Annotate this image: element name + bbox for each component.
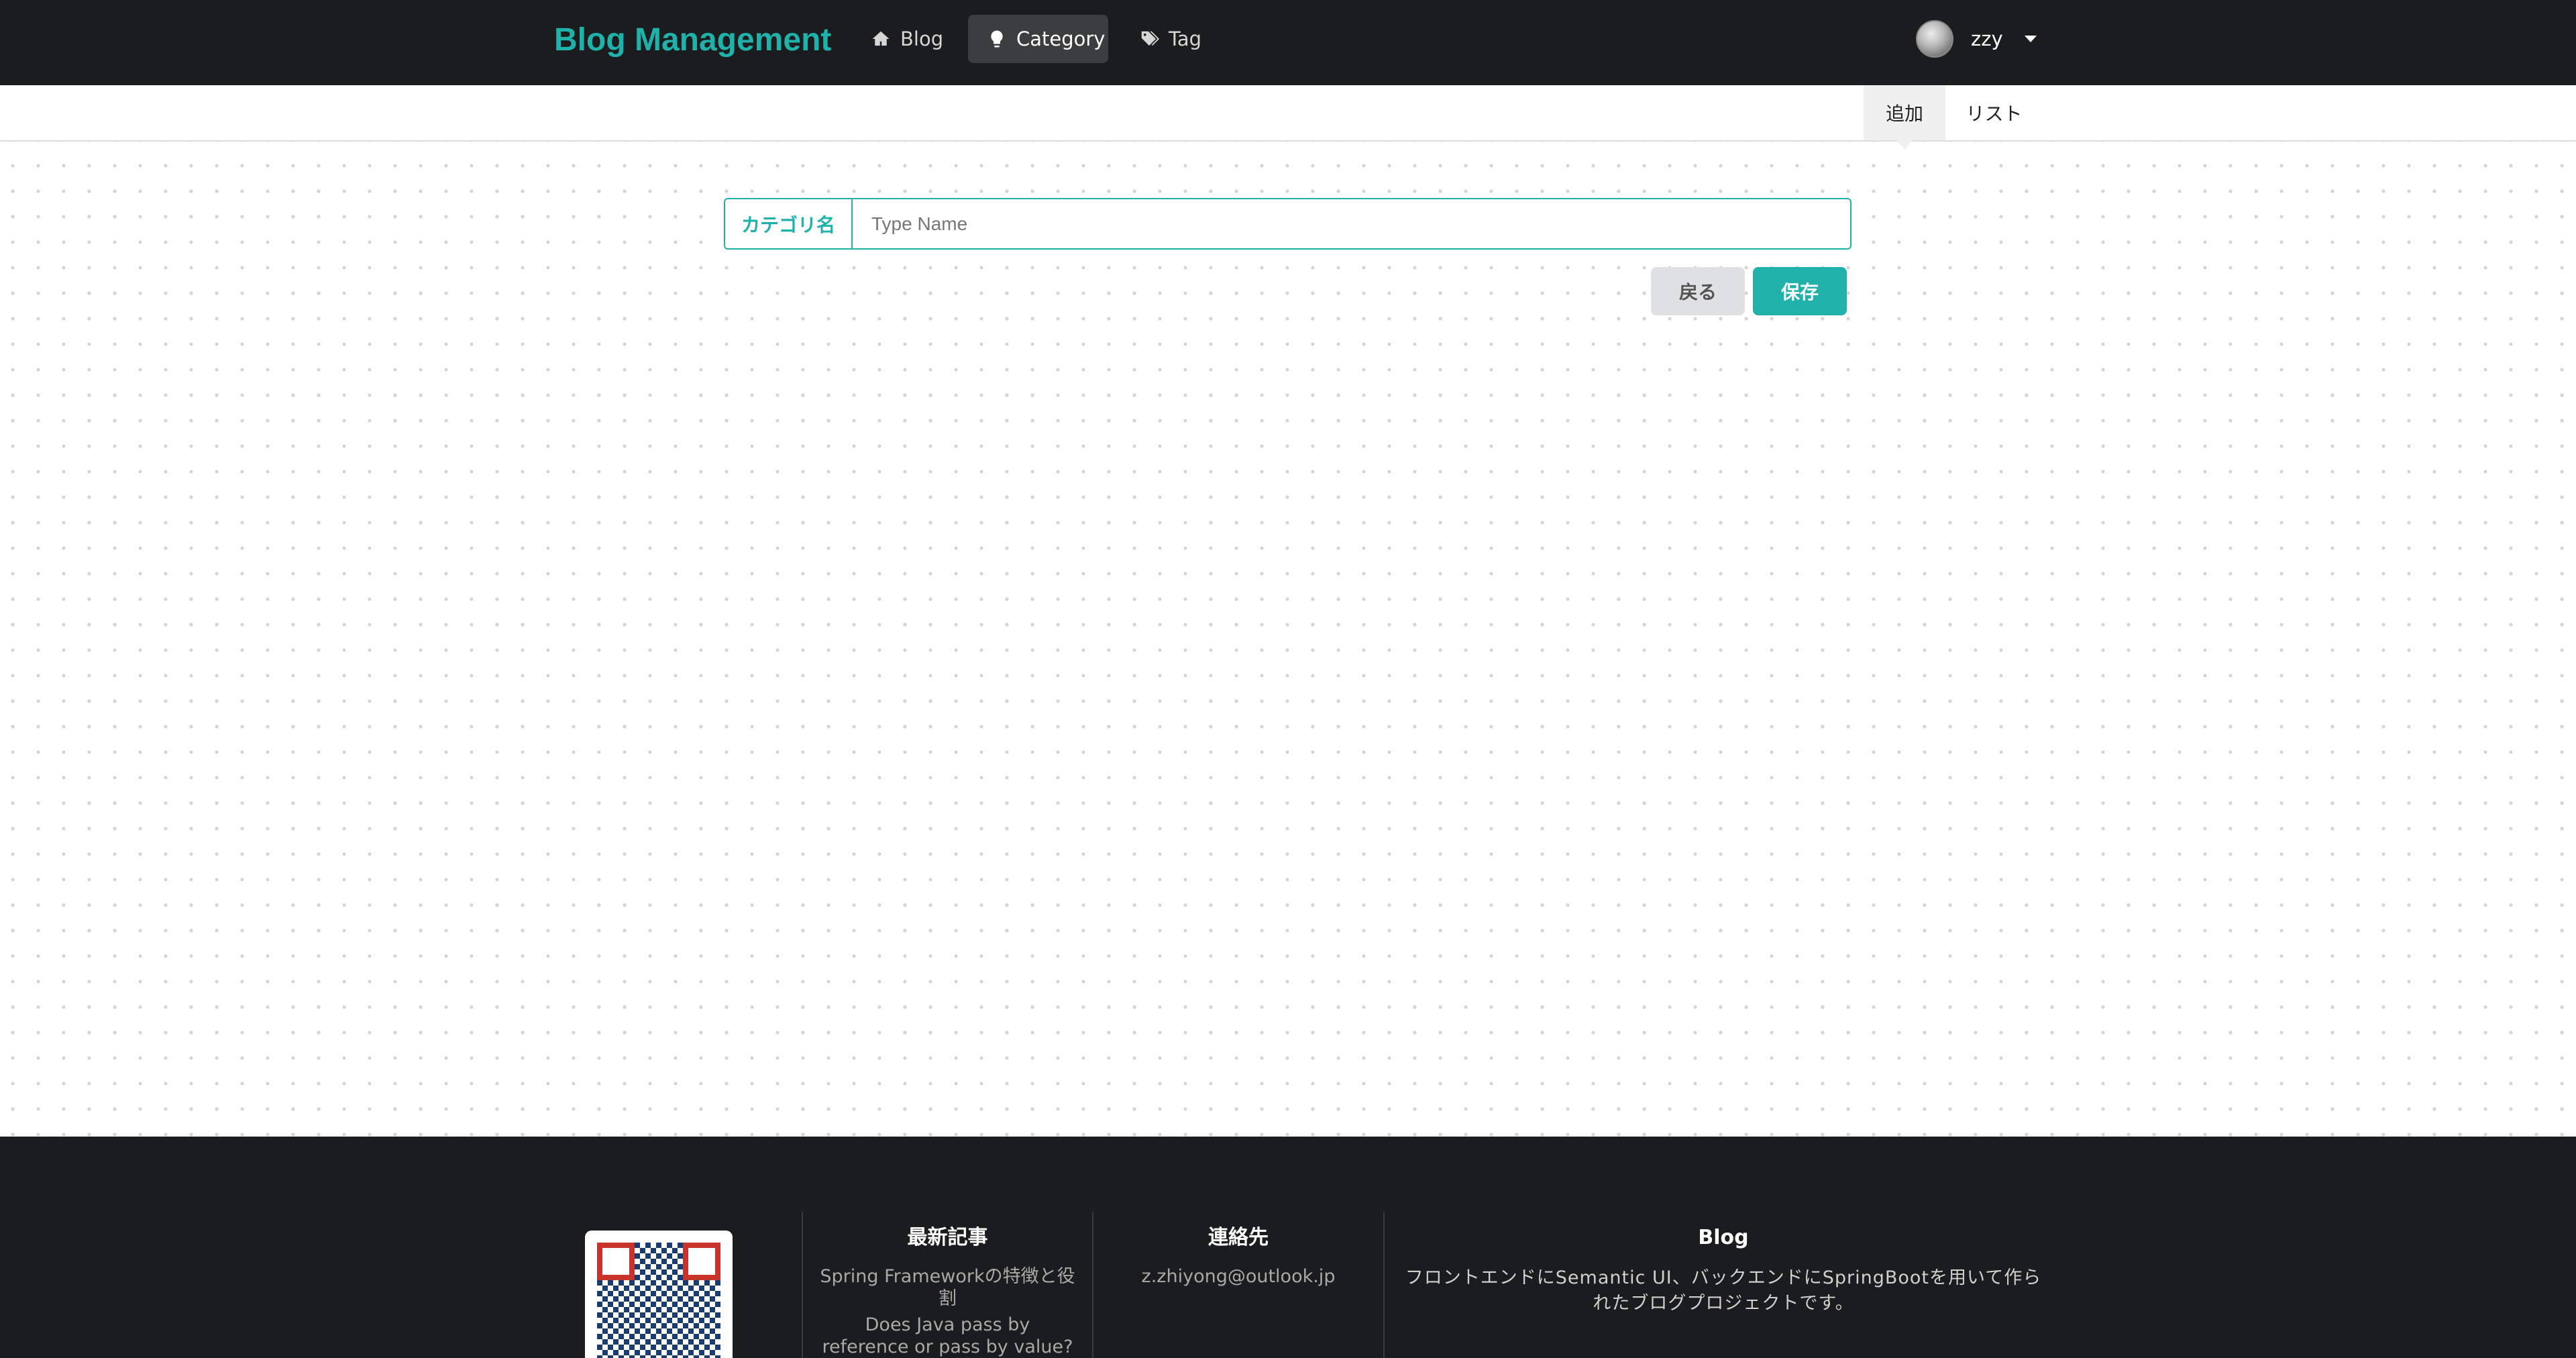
tags-icon xyxy=(1141,31,1159,46)
home-icon xyxy=(872,31,890,46)
footer-about: Blog フロントエンドにSemantic UI、バックエンドにSpringBo… xyxy=(1385,1224,2062,1316)
nav-item-tag[interactable]: Tag xyxy=(1120,15,1220,63)
top-navbar: Blog Management Blog Category Tag zzy xyxy=(0,0,2576,85)
tab-add[interactable]: 追加 xyxy=(1864,85,1945,150)
caret-down-icon xyxy=(2024,36,2037,42)
footer-heading: Blog xyxy=(1698,1226,1749,1249)
user-name: zzy xyxy=(1971,28,2003,50)
footer-heading: 最新記事 xyxy=(907,1226,988,1249)
lightbulb-icon xyxy=(991,30,1003,48)
brand-title[interactable]: Blog Management xyxy=(554,19,831,62)
user-menu[interactable]: zzy xyxy=(1916,17,2037,60)
tab-list[interactable]: リスト xyxy=(1945,85,2043,140)
save-button[interactable]: 保存 xyxy=(1753,267,1847,315)
sub-menu: 追加 リスト xyxy=(0,85,2576,150)
category-name-input[interactable] xyxy=(853,199,1850,248)
qr-code-pattern xyxy=(597,1243,720,1358)
footer-email[interactable]: z.zhiyong@outlook.jp xyxy=(1093,1265,1383,1288)
footer-heading: 連絡先 xyxy=(1208,1226,1269,1249)
nav-item-category[interactable]: Category xyxy=(968,15,1108,63)
footer-article-link[interactable]: Spring Frameworkの特徴と役割 xyxy=(803,1265,1092,1310)
nav-item-label: Tag xyxy=(1169,28,1202,50)
footer-contact: 連絡先 z.zhiyong@outlook.jp xyxy=(1093,1224,1383,1292)
footer-article-link[interactable]: Does Java pass by reference or pass by v… xyxy=(803,1314,1092,1358)
category-name-label: カテゴリ名 xyxy=(725,199,853,248)
nav-item-label: Category xyxy=(1016,28,1106,50)
nav-item-label: Blog xyxy=(900,28,944,50)
footer-description: フロントエンドにSemantic UI、バックエンドにSpringBootを用い… xyxy=(1405,1267,2042,1314)
back-button[interactable]: 戻る xyxy=(1651,267,1745,315)
footer: 最新記事 Spring Frameworkの特徴と役割 Does Java pa… xyxy=(0,1137,2576,1358)
qr-code-image xyxy=(585,1231,733,1358)
category-name-field: カテゴリ名 xyxy=(724,198,1851,250)
nav-item-blog[interactable]: Blog xyxy=(852,15,962,63)
footer-latest-articles: 最新記事 Spring Frameworkの特徴と役割 Does Java pa… xyxy=(803,1224,1092,1358)
avatar xyxy=(1916,20,1953,58)
